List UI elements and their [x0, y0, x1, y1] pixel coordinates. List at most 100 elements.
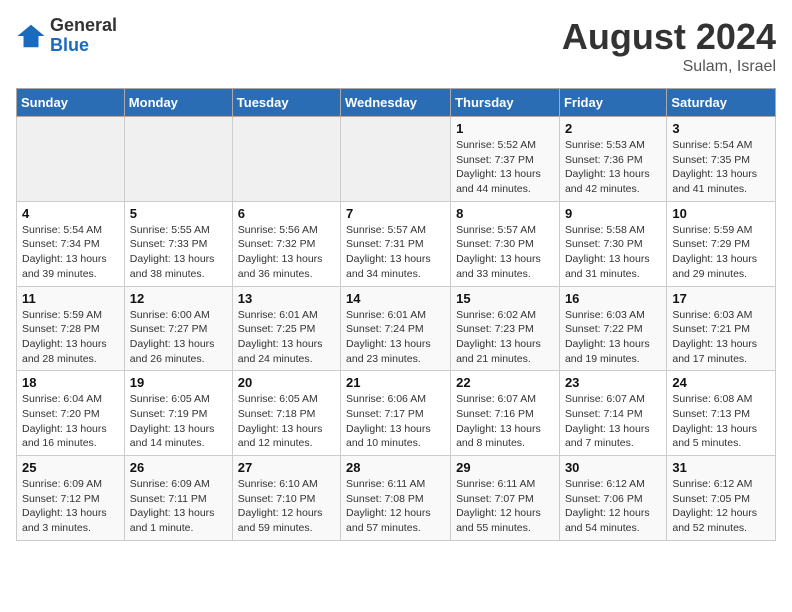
day-number: 28: [346, 460, 445, 475]
calendar-cell: 17Sunrise: 6:03 AM Sunset: 7:21 PM Dayli…: [667, 286, 776, 371]
day-info: Sunrise: 5:57 AM Sunset: 7:31 PM Dayligh…: [346, 223, 445, 282]
calendar-week-1: 1 Sunrise: 5:52 AM Sunset: 7:37 PM Daylig…: [17, 117, 776, 202]
day-number: 12: [130, 291, 227, 306]
day-number: 4: [22, 206, 119, 221]
day-number: 1: [456, 121, 554, 136]
day-number: 11: [22, 291, 119, 306]
day-number: 26: [130, 460, 227, 475]
calendar-week-3: 11Sunrise: 5:59 AM Sunset: 7:28 PM Dayli…: [17, 286, 776, 371]
day-info: Sunrise: 5:58 AM Sunset: 7:30 PM Dayligh…: [565, 223, 661, 282]
calendar-cell: [124, 117, 232, 202]
calendar-table: SundayMondayTuesdayWednesdayThursdayFrid…: [16, 88, 776, 541]
day-number: 27: [238, 460, 335, 475]
day-info: Sunrise: 6:06 AM Sunset: 7:17 PM Dayligh…: [346, 392, 445, 451]
day-info: Sunrise: 5:57 AM Sunset: 7:30 PM Dayligh…: [456, 223, 554, 282]
day-number: 25: [22, 460, 119, 475]
day-number: 20: [238, 375, 335, 390]
calendar-cell: 14 Sunrise: 6:01 AM Sunset: 7:24 PM Dayli…: [341, 286, 451, 371]
calendar-cell: 13Sunrise: 6:01 AM Sunset: 7:25 PM Dayli…: [232, 286, 340, 371]
calendar-cell: [17, 117, 125, 202]
day-number: 30: [565, 460, 661, 475]
logo-general: General: [50, 16, 117, 36]
weekday-header-wednesday: Wednesday: [341, 89, 451, 117]
calendar-cell: 3Sunrise: 5:54 AM Sunset: 7:35 PM Daylig…: [667, 117, 776, 202]
day-number: 29: [456, 460, 554, 475]
day-number: 31: [672, 460, 770, 475]
calendar-cell: 26 Sunrise: 6:09 AM Sunset: 7:11 PM Dayli…: [124, 456, 232, 541]
title-section: August 2024 Sulam, Israel: [562, 16, 776, 76]
day-info: Sunrise: 6:05 AM Sunset: 7:18 PM Dayligh…: [238, 392, 335, 451]
calendar-cell: 1 Sunrise: 5:52 AM Sunset: 7:37 PM Daylig…: [451, 117, 560, 202]
day-info: Sunrise: 6:03 AM Sunset: 7:21 PM Dayligh…: [672, 308, 770, 367]
calendar-cell: 11Sunrise: 5:59 AM Sunset: 7:28 PM Dayli…: [17, 286, 125, 371]
day-info: Sunrise: 6:11 AM Sunset: 7:08 PM Dayligh…: [346, 477, 445, 536]
weekday-header-row: SundayMondayTuesdayWednesdayThursdayFrid…: [17, 89, 776, 117]
logo-icon: [16, 21, 46, 51]
day-info: Sunrise: 6:02 AM Sunset: 7:23 PM Dayligh…: [456, 308, 554, 367]
day-info: Sunrise: 6:09 AM Sunset: 7:11 PM Dayligh…: [130, 477, 227, 536]
calendar-cell: 23Sunrise: 6:07 AM Sunset: 7:14 PM Dayli…: [559, 371, 666, 456]
day-number: 21: [346, 375, 445, 390]
weekday-header-saturday: Saturday: [667, 89, 776, 117]
day-number: 5: [130, 206, 227, 221]
day-number: 14: [346, 291, 445, 306]
logo-blue: Blue: [50, 36, 117, 56]
day-number: 6: [238, 206, 335, 221]
calendar-cell: 19 Sunrise: 6:05 AM Sunset: 7:19 PM Dayli…: [124, 371, 232, 456]
calendar-cell: 20 Sunrise: 6:05 AM Sunset: 7:18 PM Dayli…: [232, 371, 340, 456]
day-info: Sunrise: 5:56 AM Sunset: 7:32 PM Dayligh…: [238, 223, 335, 282]
day-number: 18: [22, 375, 119, 390]
day-info: Sunrise: 5:53 AM Sunset: 7:36 PM Dayligh…: [565, 138, 661, 197]
day-number: 22: [456, 375, 554, 390]
day-number: 9: [565, 206, 661, 221]
day-info: Sunrise: 6:10 AM Sunset: 7:10 PM Dayligh…: [238, 477, 335, 536]
day-info: Sunrise: 6:09 AM Sunset: 7:12 PM Dayligh…: [22, 477, 119, 536]
calendar-body: 1 Sunrise: 5:52 AM Sunset: 7:37 PM Daylig…: [17, 117, 776, 541]
calendar-cell: 27 Sunrise: 6:10 AM Sunset: 7:10 PM Dayli…: [232, 456, 340, 541]
day-number: 19: [130, 375, 227, 390]
calendar-header: SundayMondayTuesdayWednesdayThursdayFrid…: [17, 89, 776, 117]
day-number: 7: [346, 206, 445, 221]
calendar-cell: 21 Sunrise: 6:06 AM Sunset: 7:17 PM Dayli…: [341, 371, 451, 456]
logo-text: General Blue: [50, 16, 117, 56]
day-info: Sunrise: 5:52 AM Sunset: 7:37 PM Dayligh…: [456, 138, 554, 197]
calendar-cell: 4 Sunrise: 5:54 AM Sunset: 7:34 PM Daylig…: [17, 201, 125, 286]
day-number: 2: [565, 121, 661, 136]
day-info: Sunrise: 6:01 AM Sunset: 7:24 PM Dayligh…: [346, 308, 445, 367]
calendar-cell: 30Sunrise: 6:12 AM Sunset: 7:06 PM Dayli…: [559, 456, 666, 541]
day-number: 8: [456, 206, 554, 221]
day-info: Sunrise: 6:11 AM Sunset: 7:07 PM Dayligh…: [456, 477, 554, 536]
calendar-cell: 15 Sunrise: 6:02 AM Sunset: 7:23 PM Dayli…: [451, 286, 560, 371]
day-info: Sunrise: 6:05 AM Sunset: 7:19 PM Dayligh…: [130, 392, 227, 451]
calendar-cell: 10Sunrise: 5:59 AM Sunset: 7:29 PM Dayli…: [667, 201, 776, 286]
day-info: Sunrise: 5:54 AM Sunset: 7:34 PM Dayligh…: [22, 223, 119, 282]
calendar-cell: 6 Sunrise: 5:56 AM Sunset: 7:32 PM Daylig…: [232, 201, 340, 286]
day-info: Sunrise: 5:59 AM Sunset: 7:29 PM Dayligh…: [672, 223, 770, 282]
logo: General Blue: [16, 16, 117, 56]
calendar-cell: 29 Sunrise: 6:11 AM Sunset: 7:07 PM Dayli…: [451, 456, 560, 541]
calendar-cell: 24Sunrise: 6:08 AM Sunset: 7:13 PM Dayli…: [667, 371, 776, 456]
calendar-cell: 22Sunrise: 6:07 AM Sunset: 7:16 PM Dayli…: [451, 371, 560, 456]
weekday-header-tuesday: Tuesday: [232, 89, 340, 117]
day-number: 3: [672, 121, 770, 136]
calendar-week-2: 4 Sunrise: 5:54 AM Sunset: 7:34 PM Daylig…: [17, 201, 776, 286]
calendar-cell: 8 Sunrise: 5:57 AM Sunset: 7:30 PM Daylig…: [451, 201, 560, 286]
day-number: 15: [456, 291, 554, 306]
location-label: Sulam, Israel: [562, 58, 776, 76]
day-info: Sunrise: 6:03 AM Sunset: 7:22 PM Dayligh…: [565, 308, 661, 367]
calendar-cell: 28 Sunrise: 6:11 AM Sunset: 7:08 PM Dayli…: [341, 456, 451, 541]
page-header: General Blue August 2024 Sulam, Israel: [16, 16, 776, 76]
calendar-cell: 5Sunrise: 5:55 AM Sunset: 7:33 PM Daylig…: [124, 201, 232, 286]
day-number: 13: [238, 291, 335, 306]
weekday-header-monday: Monday: [124, 89, 232, 117]
day-number: 23: [565, 375, 661, 390]
day-info: Sunrise: 6:08 AM Sunset: 7:13 PM Dayligh…: [672, 392, 770, 451]
day-info: Sunrise: 6:12 AM Sunset: 7:05 PM Dayligh…: [672, 477, 770, 536]
calendar-cell: [341, 117, 451, 202]
calendar-cell: 9 Sunrise: 5:58 AM Sunset: 7:30 PM Daylig…: [559, 201, 666, 286]
calendar-cell: 31 Sunrise: 6:12 AM Sunset: 7:05 PM Dayli…: [667, 456, 776, 541]
month-year-title: August 2024: [562, 16, 776, 58]
calendar-cell: 18Sunrise: 6:04 AM Sunset: 7:20 PM Dayli…: [17, 371, 125, 456]
day-info: Sunrise: 6:00 AM Sunset: 7:27 PM Dayligh…: [130, 308, 227, 367]
day-number: 16: [565, 291, 661, 306]
